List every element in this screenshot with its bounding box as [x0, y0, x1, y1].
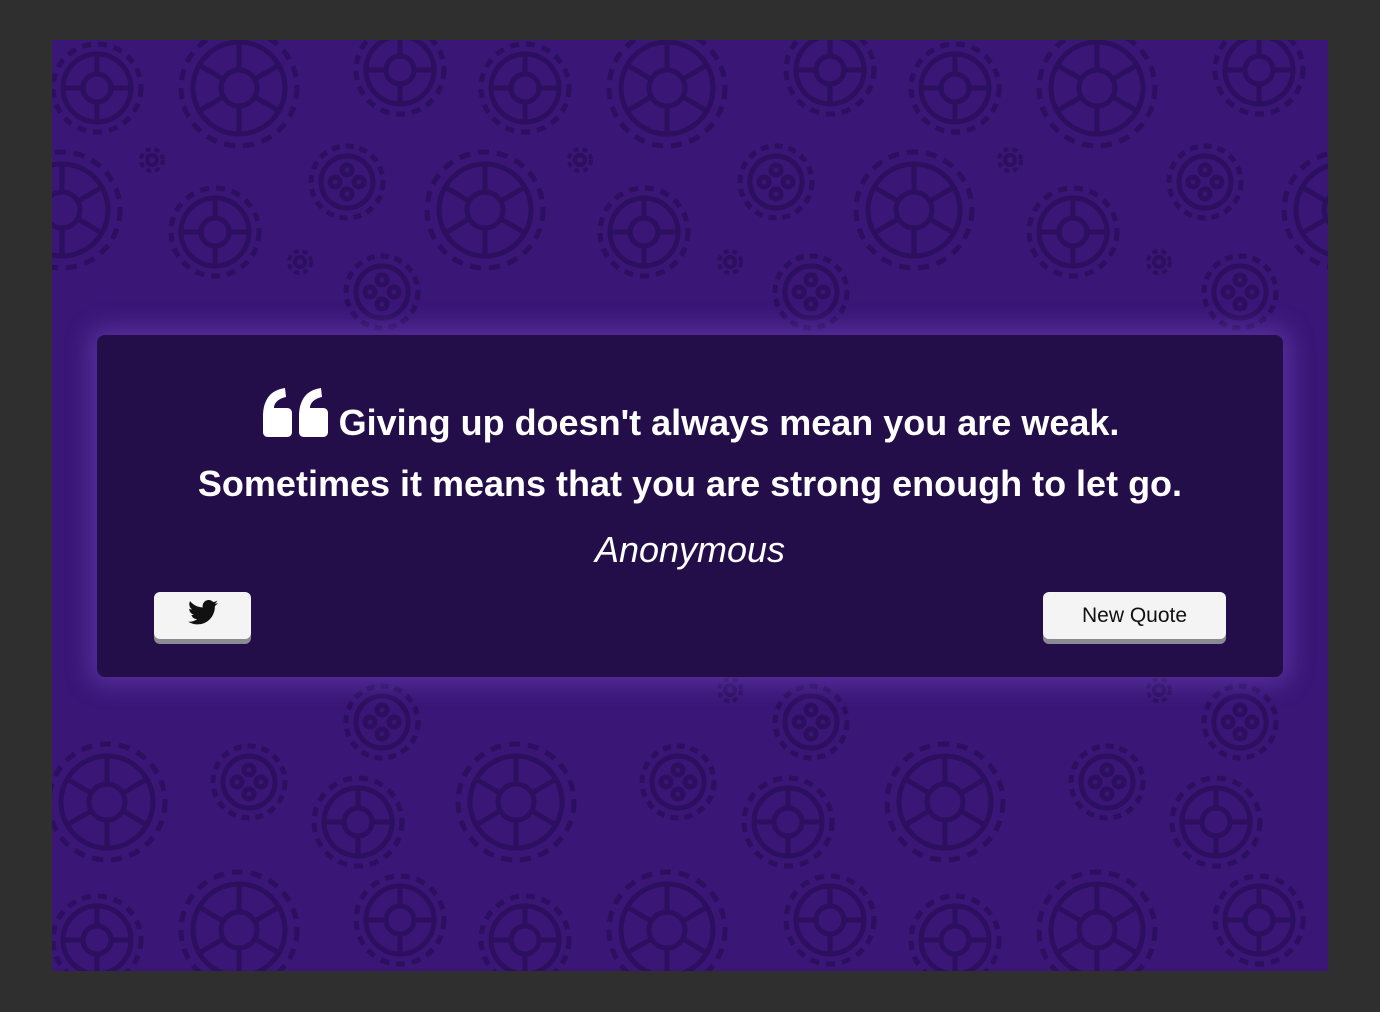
quote-author: Anonymous: [594, 529, 786, 570]
quote-app-stage: Giving up doesn't always mean you are we…: [52, 40, 1328, 971]
quote-card: Giving up doesn't always mean you are we…: [97, 335, 1283, 677]
new-quote-button[interactable]: New Quote: [1043, 592, 1226, 639]
quote-line-1: Giving up doesn't always mean you are we…: [338, 402, 1120, 443]
twitter-icon: [187, 600, 218, 631]
quote-text: Giving up doesn't always mean you are we…: [137, 387, 1243, 514]
quote-mark-icon: [261, 387, 331, 437]
tweet-button[interactable]: [154, 592, 251, 639]
quote-line-2: Sometimes it means that you are strong e…: [197, 463, 1183, 504]
